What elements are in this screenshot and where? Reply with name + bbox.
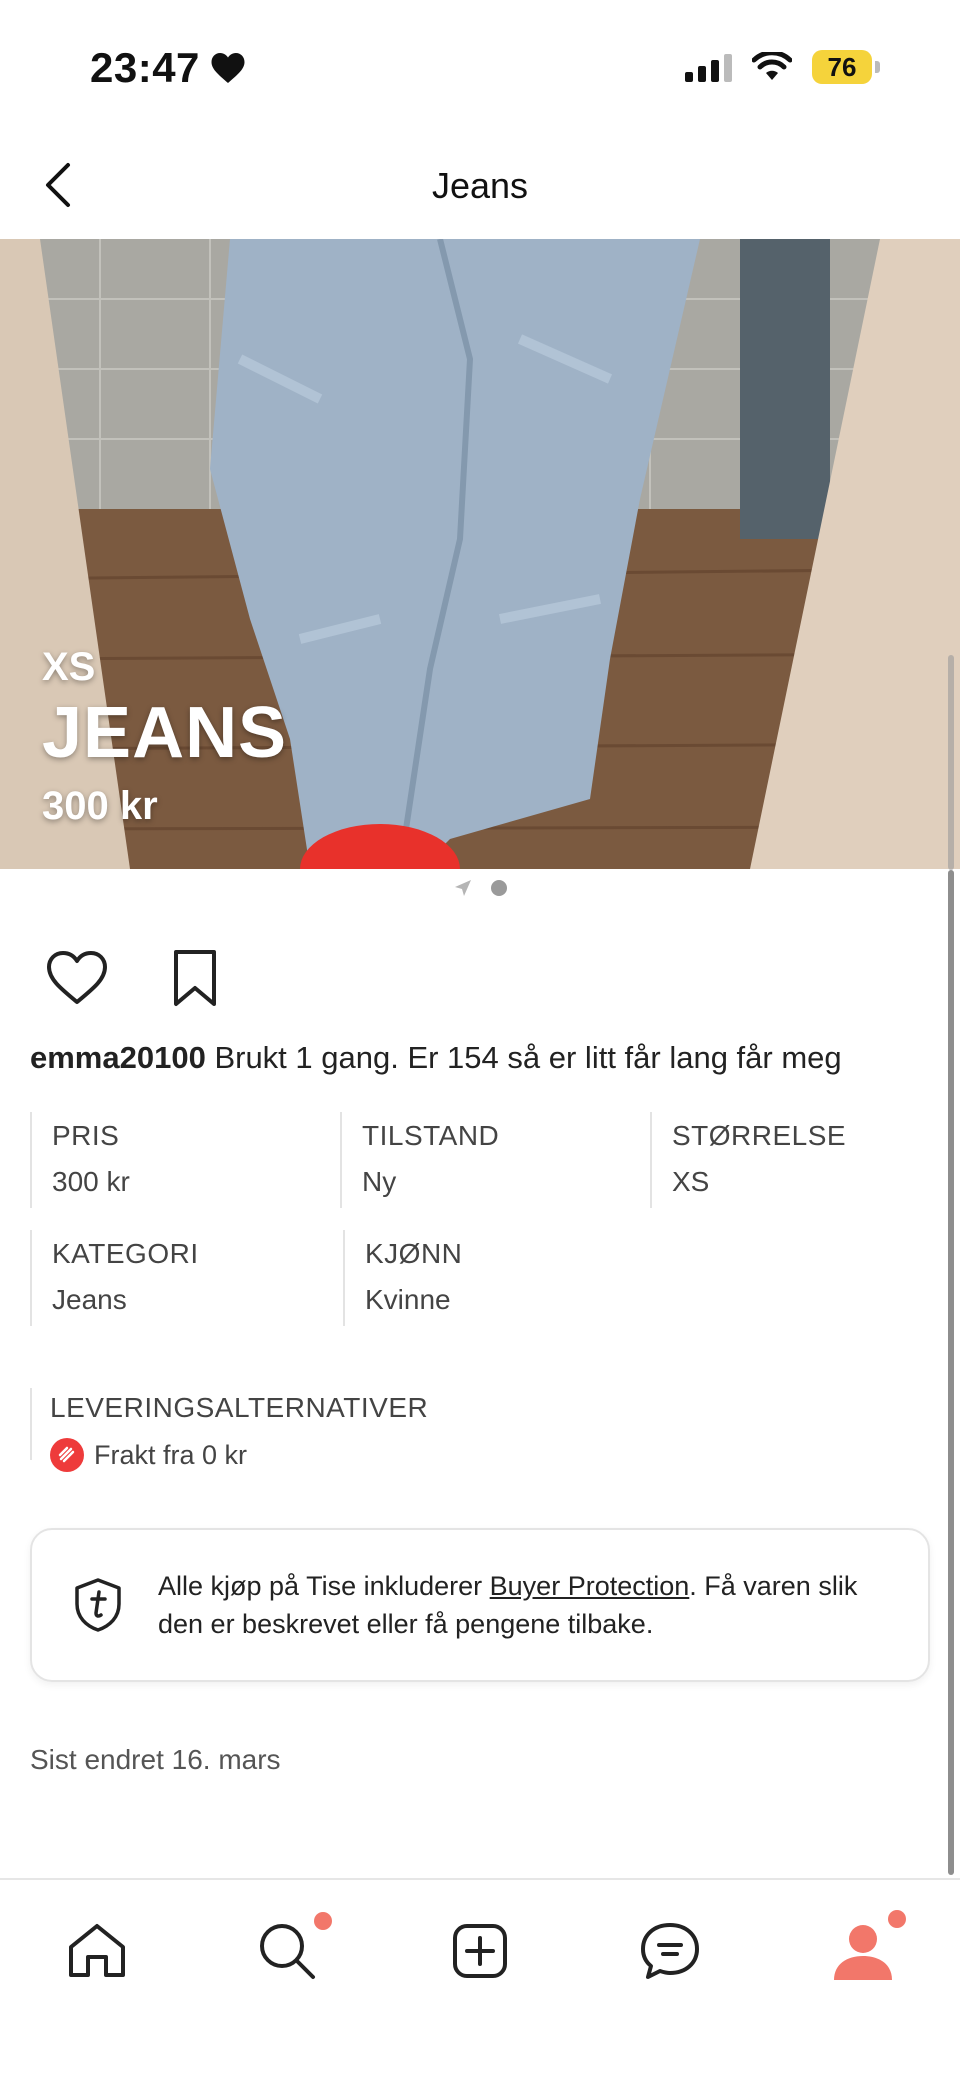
- time-text: 23:47: [90, 44, 200, 91]
- detail-category: KATEGORI Jeans: [30, 1230, 343, 1326]
- action-bar: [44, 945, 228, 1011]
- carousel-pager: [0, 878, 960, 898]
- hero-size: XS: [42, 645, 96, 690]
- delivery-options: LEVERINGSALTERNATIVER Frakt fra 0 kr: [30, 1388, 429, 1472]
- like-button[interactable]: [44, 945, 110, 1011]
- detail-condition: TILSTAND Ny: [340, 1112, 650, 1208]
- home-icon: [69, 1924, 125, 1977]
- notification-dot: [888, 1910, 906, 1928]
- battery-icon: 76: [812, 50, 880, 84]
- tab-profile[interactable]: [818, 1906, 908, 1996]
- detail-label: KATEGORI: [52, 1238, 199, 1269]
- detail-value: XS: [672, 1166, 710, 1197]
- detail-label: KJØNN: [365, 1238, 463, 1269]
- detail-price: PRIS 300 kr: [30, 1112, 340, 1208]
- detail-value: Jeans: [52, 1284, 127, 1315]
- pager-dot[interactable]: [491, 880, 507, 896]
- seller-username[interactable]: emma20100: [30, 1040, 206, 1075]
- hero-price: 300 kr: [42, 784, 158, 828]
- signal-icon: [685, 52, 732, 82]
- details-row: KATEGORI Jeans KJØNN Kvinne: [30, 1230, 960, 1326]
- tab-add[interactable]: [435, 1906, 525, 1996]
- location-arrow-icon: [455, 880, 471, 896]
- shipping-icon: [50, 1438, 84, 1472]
- hero-title: JEANS: [42, 693, 288, 774]
- detail-gender: KJØNN Kvinne: [343, 1230, 656, 1326]
- notification-dot: [314, 1912, 332, 1930]
- detail-size: STØRRELSE XS: [650, 1112, 960, 1208]
- heart-icon: [47, 951, 107, 1004]
- tab-messages[interactable]: [625, 1906, 715, 1996]
- protection-text-before: Alle kjøp på Tise inkluderer: [158, 1570, 490, 1601]
- delivery-label: LEVERINGSALTERNATIVER: [50, 1392, 429, 1423]
- wifi-icon: [752, 52, 792, 80]
- buyer-protection-link[interactable]: Buyer Protection: [490, 1571, 690, 1601]
- tab-search[interactable]: [242, 1906, 332, 1996]
- status-time: 23:47: [90, 44, 246, 92]
- scrollbar-track: [948, 655, 954, 870]
- search-icon: [260, 1924, 315, 1979]
- delivery-option-text: Frakt fra 0 kr: [94, 1439, 248, 1470]
- hero-caption: XS JEANS 300 kr: [42, 645, 287, 829]
- battery-level: 76: [812, 50, 872, 84]
- detail-value: Kvinne: [365, 1284, 451, 1315]
- status-bar: 23:47 76: [0, 0, 960, 135]
- post-description: emma20100 Brukt 1 gang. Er 154 så er lit…: [30, 1040, 930, 1076]
- top-header: Jeans: [0, 135, 960, 239]
- description-text: Brukt 1 gang. Er 154 så er litt får lang…: [205, 1040, 842, 1075]
- save-button[interactable]: [162, 945, 228, 1011]
- last-edited: Sist endret 16. mars: [30, 1744, 281, 1775]
- delivery-option[interactable]: Frakt fra 0 kr: [50, 1438, 428, 1472]
- profile-icon: [834, 1925, 892, 1980]
- status-indicators: 76: [685, 50, 880, 84]
- detail-value: 300 kr: [52, 1166, 130, 1197]
- add-icon: [453, 1924, 507, 1978]
- heart-status-icon: [211, 53, 245, 83]
- bottom-tab-bar: [0, 1878, 960, 2081]
- tab-home[interactable]: [52, 1906, 142, 1996]
- chat-icon: [641, 1923, 699, 1979]
- detail-label: STØRRELSE: [672, 1120, 847, 1151]
- product-details: PRIS 300 kr TILSTAND Ny STØRRELSE XS KAT…: [30, 1112, 960, 1348]
- protection-text: Alle kjøp på Tise inkluderer Buyer Prote…: [158, 1567, 898, 1644]
- bookmark-icon: [174, 950, 216, 1006]
- product-image-carousel[interactable]: XS JEANS 300 kr: [0, 239, 960, 869]
- buyer-protection-card: Alle kjøp på Tise inkluderer Buyer Prote…: [30, 1528, 930, 1682]
- detail-label: TILSTAND: [362, 1120, 500, 1151]
- detail-label: PRIS: [52, 1120, 120, 1151]
- shield-icon: [75, 1578, 121, 1632]
- page-title: Jeans: [431, 165, 529, 206]
- details-row: PRIS 300 kr TILSTAND Ny STØRRELSE XS: [30, 1112, 960, 1208]
- scrollbar-thumb[interactable]: [948, 870, 954, 1875]
- detail-value: Ny: [362, 1166, 397, 1197]
